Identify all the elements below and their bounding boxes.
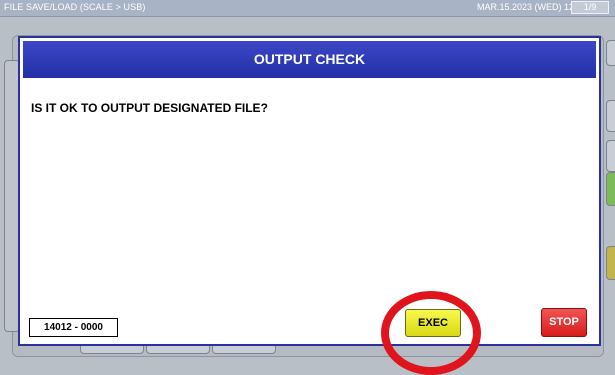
output-check-dialog: OUTPUT CHECK IS IT OK TO OUTPUT DESIGNAT…	[18, 36, 601, 346]
title-bar: FILE SAVE/LOAD (SCALE > USB) MAR.15.2023…	[0, 0, 615, 17]
page-indicator: 1/9	[571, 1, 609, 14]
background-side-button	[606, 100, 615, 132]
background-side-button	[606, 140, 615, 172]
confirmation-message: IS IT OK TO OUTPUT DESIGNATED FILE?	[31, 101, 268, 115]
background-side-button	[606, 172, 615, 206]
exec-button[interactable]: EXEC	[405, 309, 461, 337]
file-code-display: 14012 - 0000	[29, 318, 118, 337]
stop-button[interactable]: STOP	[541, 308, 587, 337]
background-side-button	[606, 40, 615, 66]
dialog-title: OUTPUT CHECK	[23, 41, 596, 78]
screen-title: FILE SAVE/LOAD (SCALE > USB)	[4, 2, 146, 12]
background-side-button	[606, 246, 615, 280]
